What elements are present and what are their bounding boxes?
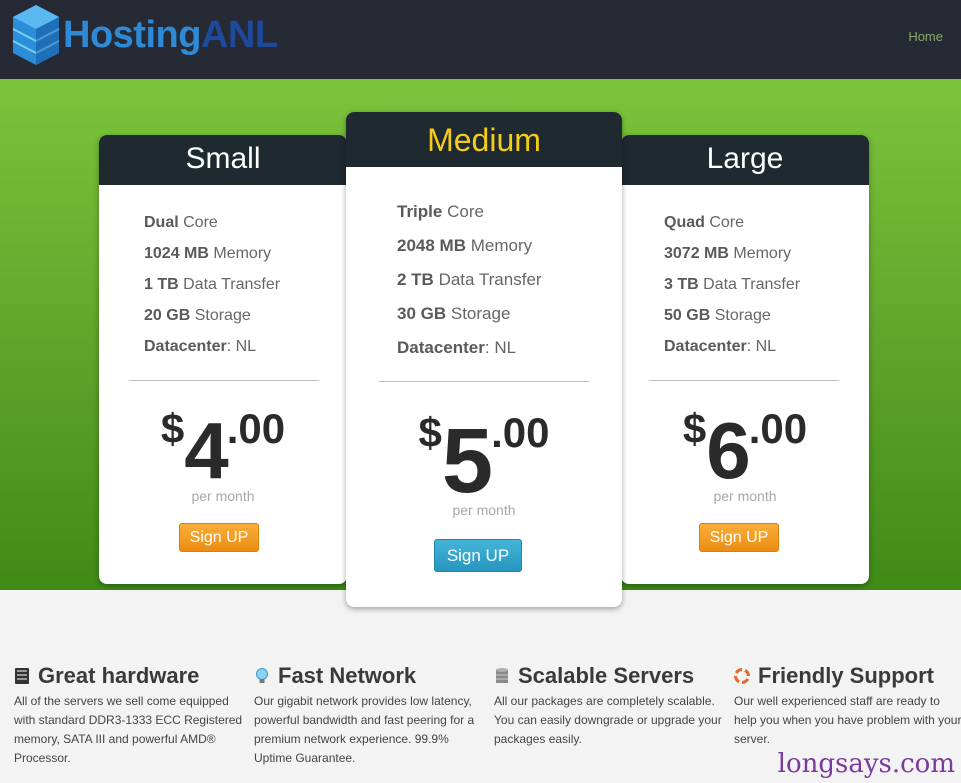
plan-feature-memory: 3072 MB Memory: [664, 245, 792, 262]
plan-header: Small: [99, 135, 347, 185]
feature-text: All of the servers we sell come equipped…: [14, 694, 243, 765]
plan-feature-datacenter: Datacenter: NL: [664, 338, 777, 355]
plan-price: $6.00: [682, 405, 808, 495]
plan-feature-transfer: 1 TB Data Transfer: [144, 276, 281, 293]
plan-feature-storage: 20 GB Storage: [144, 307, 251, 324]
watermark-text: longsays.com: [777, 749, 955, 779]
plan-card-medium: Medium Triple Core 2048 MB Memory 2 TB D…: [346, 112, 622, 607]
cube-stack-icon: [12, 5, 60, 65]
logo-text-anl: ANL: [200, 14, 278, 56]
plan-feature-storage: 30 GB Storage: [397, 304, 511, 323]
plan-feature-memory: 1024 MB Memory: [144, 245, 272, 262]
plan-period: per month: [452, 502, 516, 518]
plan-name: Small: [185, 142, 261, 175]
plan-card-small: Small Dual Core 1024 MB Memory 1 TB Data…: [99, 135, 347, 584]
feature-text: Our well experienced staff are ready to …: [734, 694, 961, 746]
feature-scalable-servers: Scalable Servers All our packages are co…: [494, 663, 724, 749]
feature-title: Scalable Servers: [494, 663, 724, 689]
feature-title: Friendly Support: [734, 663, 961, 689]
plan-feature-datacenter: Datacenter: NL: [144, 338, 257, 355]
nav-home-link[interactable]: Home: [908, 29, 943, 44]
feature-friendly-support: Friendly Support Our well experienced st…: [734, 663, 961, 749]
plan-feature-list: Quad Core 3072 MB Memory 3 TB Data Trans…: [664, 214, 800, 369]
plan-feature-cpu: Triple Core: [397, 202, 484, 221]
feature-text: All our packages are completely scalable…: [494, 694, 722, 746]
plan-feature-storage: 50 GB Storage: [664, 307, 771, 324]
plan-header: Medium: [346, 112, 622, 167]
lifebuoy-icon: [734, 668, 750, 684]
site-logo[interactable]: HostingANL: [12, 4, 312, 66]
plan-name: Large: [706, 142, 784, 175]
plan-name: Medium: [427, 122, 541, 158]
feature-title: Great hardware: [14, 663, 244, 689]
lightbulb-icon: [256, 668, 268, 683]
plan-price: $4.00: [160, 405, 286, 495]
feature-title: Fast Network: [254, 663, 484, 689]
plan-header: Large: [621, 135, 869, 185]
site-header: HostingANL Home: [0, 0, 961, 79]
logo-text-hosting: Hosting: [63, 14, 201, 56]
plan-feature-transfer: 3 TB Data Transfer: [664, 276, 801, 293]
logo-text: HostingANL: [63, 14, 278, 57]
plan-divider: [129, 380, 319, 381]
plan-feature-transfer: 2 TB Data Transfer: [397, 270, 542, 289]
plan-divider: [379, 381, 589, 382]
plan-feature-list: Triple Core 2048 MB Memory 2 TB Data Tra…: [397, 202, 542, 372]
plan-feature-datacenter: Datacenter: NL: [397, 338, 517, 357]
database-icon: [496, 668, 508, 683]
plan-price: $5.00: [418, 409, 550, 512]
plan-feature-list: Dual Core 1024 MB Memory 1 TB Data Trans…: [144, 214, 280, 369]
plan-feature-cpu: Dual Core: [144, 214, 218, 231]
feature-fast-network: Fast Network Our gigabit network provide…: [254, 663, 484, 768]
feature-great-hardware: Great hardware All of the servers we sel…: [14, 663, 244, 768]
server-icon: [15, 668, 29, 684]
plan-period: per month: [191, 488, 255, 504]
plan-divider: [649, 380, 839, 381]
feature-text: Our gigabit network provides low latency…: [254, 694, 475, 765]
plan-period: per month: [713, 488, 777, 504]
signup-button-large[interactable]: Sign UP: [699, 523, 779, 552]
signup-button-small[interactable]: Sign UP: [179, 523, 259, 552]
plan-card-large: Large Quad Core 3072 MB Memory 3 TB Data…: [621, 135, 869, 584]
plan-feature-cpu: Quad Core: [664, 214, 745, 231]
signup-button-medium[interactable]: Sign UP: [434, 539, 522, 572]
plan-feature-memory: 2048 MB Memory: [397, 236, 533, 255]
